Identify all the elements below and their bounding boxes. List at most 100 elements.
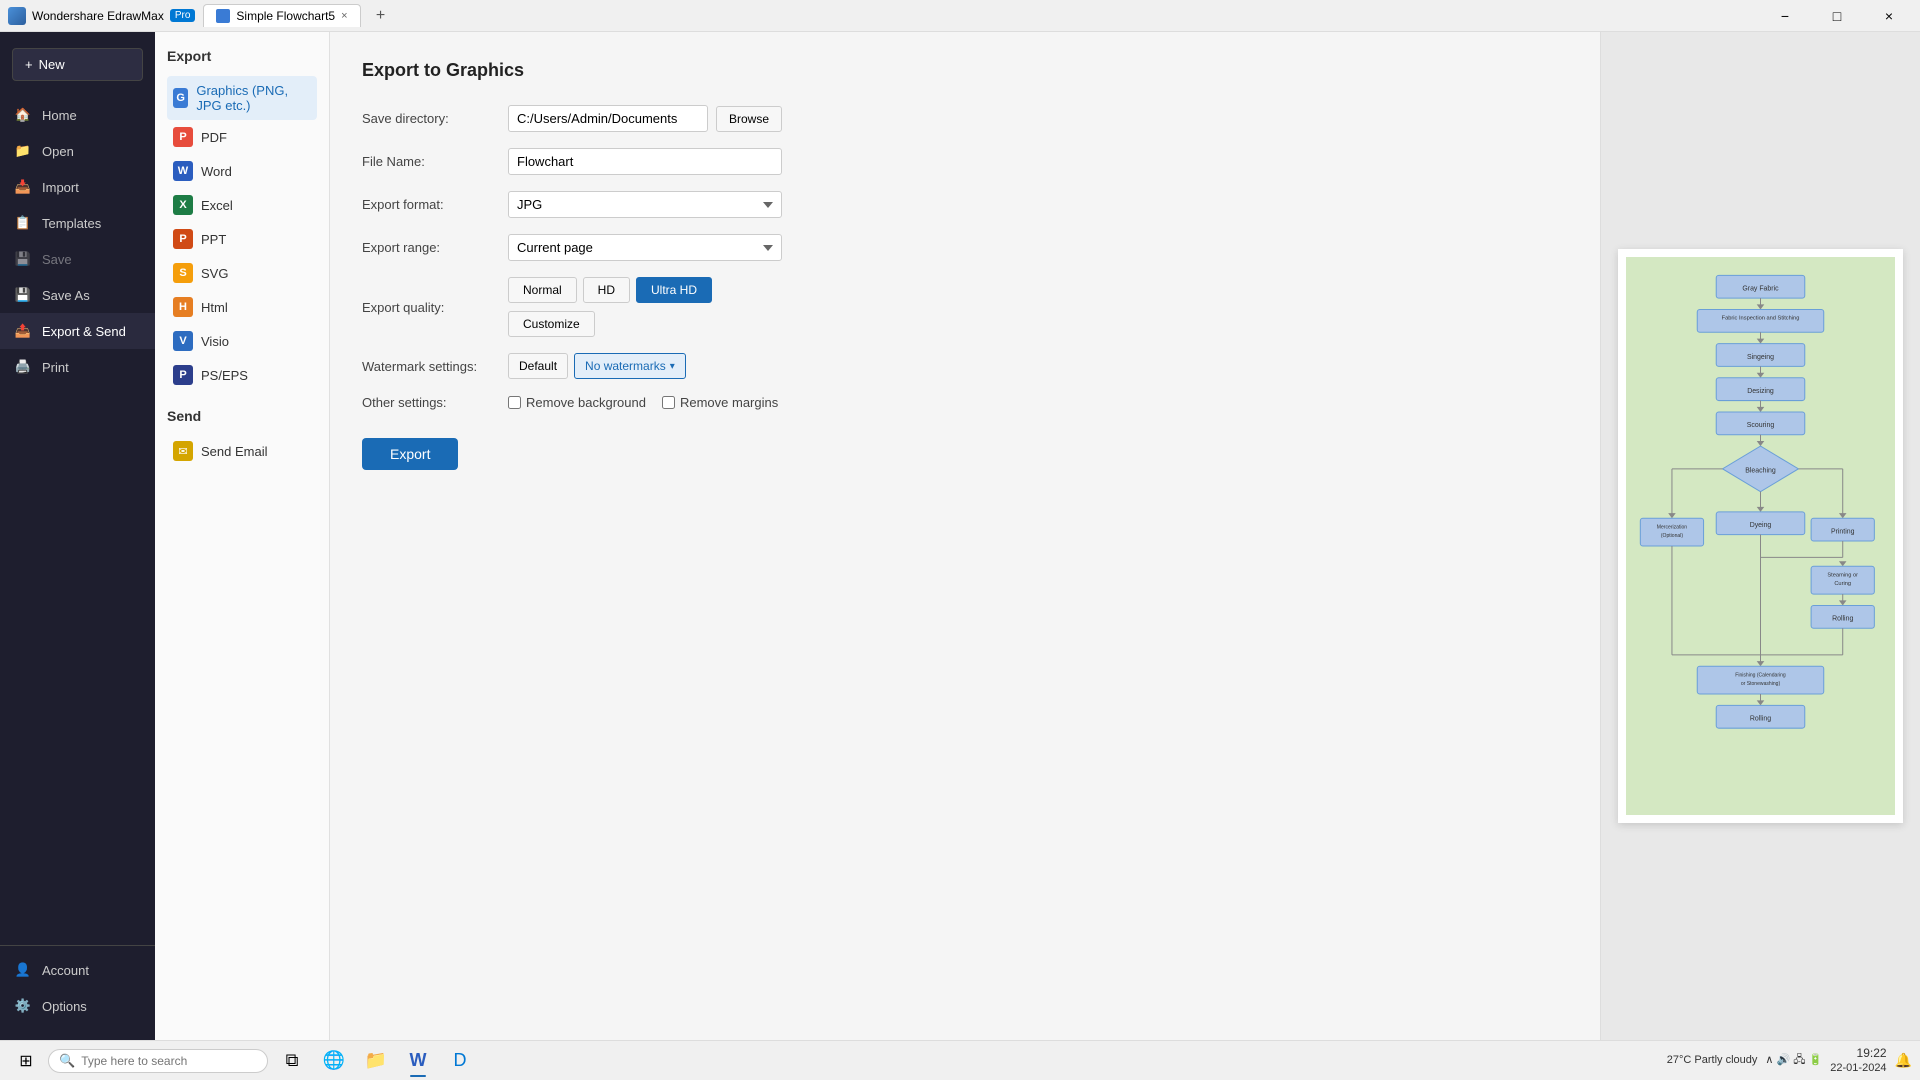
save-directory-input[interactable]: [508, 105, 708, 132]
export-type-pdf[interactable]: P PDF: [167, 120, 317, 154]
svg-text:Rolling: Rolling: [1832, 616, 1853, 623]
search-input[interactable]: [81, 1054, 241, 1068]
sidebar-label-open: Open: [42, 144, 74, 159]
svg-text:Curing: Curing: [1834, 581, 1851, 587]
export-to-graphics-title: Export to Graphics: [362, 60, 1568, 81]
sidebar-item-export[interactable]: 📤 Export & Send: [0, 313, 155, 349]
sidebar-label-home: Home: [42, 108, 77, 123]
customize-btn[interactable]: Customize: [508, 311, 595, 337]
export-form: Save directory: Browse File Name: Export…: [362, 105, 782, 410]
templates-icon: 📋: [14, 214, 32, 232]
maximize-btn[interactable]: □: [1814, 0, 1860, 32]
sidebar-item-account[interactable]: 👤 Account: [0, 952, 155, 988]
sidebar-divider: [0, 945, 155, 946]
pdf-label: PDF: [201, 130, 227, 145]
sidebar-label-templates: Templates: [42, 216, 101, 231]
browse-button[interactable]: Browse: [716, 106, 782, 132]
sidebar-item-home[interactable]: 🏠 Home: [0, 97, 155, 133]
taskbar: ⊞ 🔍 ⧉ 🌐 📁 W D 27°C Partly cloudy ∧ 🔊 🖧 🔋…: [0, 1040, 1920, 1080]
quality-ultrahd-btn[interactable]: Ultra HD: [636, 277, 712, 303]
save-icon: 💾: [14, 250, 32, 268]
export-type-svg[interactable]: S SVG: [167, 256, 317, 290]
flowchart-svg: Gray Fabric Fabric Inspection and Stitch…: [1634, 269, 1887, 800]
remove-margins-label[interactable]: Remove margins: [662, 395, 778, 410]
graphics-label: Graphics (PNG, JPG etc.): [196, 83, 311, 113]
remove-margins-text: Remove margins: [680, 395, 778, 410]
app2-btn[interactable]: D: [440, 1043, 480, 1079]
save-directory-label: Save directory:: [362, 111, 492, 126]
quality-normal-btn[interactable]: Normal: [508, 277, 577, 303]
sidebar: + New 🏠 Home 📁 Open 📥 Import 📋 Templates…: [0, 32, 155, 1040]
saveas-icon: 💾: [14, 286, 32, 304]
sidebar-item-save: 💾 Save: [0, 241, 155, 277]
sidebar-item-saveas[interactable]: 💾 Save As: [0, 277, 155, 313]
watermark-label: Watermark settings:: [362, 359, 492, 374]
options-icon: ⚙️: [14, 997, 32, 1015]
watermark-default: Default: [508, 353, 568, 379]
new-button[interactable]: + New: [12, 48, 143, 81]
tab-close-btn[interactable]: ×: [341, 10, 347, 22]
file-name-input[interactable]: [508, 148, 782, 175]
visio-icon: V: [173, 331, 193, 351]
sidebar-label-account: Account: [42, 963, 89, 978]
sidebar-label-export: Export & Send: [42, 324, 126, 339]
sidebar-bottom: 👤 Account ⚙️ Options: [0, 939, 155, 1032]
sidebar-item-options[interactable]: ⚙️ Options: [0, 988, 155, 1024]
html-label: Html: [201, 300, 228, 315]
export-type-html[interactable]: H Html: [167, 290, 317, 324]
send-email-label: Send Email: [201, 444, 267, 459]
sidebar-item-templates[interactable]: 📋 Templates: [0, 205, 155, 241]
taskview-btn[interactable]: ⧉: [272, 1043, 312, 1079]
export-type-graphics[interactable]: G Graphics (PNG, JPG etc.): [167, 76, 317, 120]
doc-icon: [216, 9, 230, 23]
export-type-excel[interactable]: X Excel: [167, 188, 317, 222]
send-email-item[interactable]: ✉ Send Email: [167, 434, 317, 468]
titlebar: Wondershare EdrawMax Pro Simple Flowchar…: [0, 0, 1920, 32]
svg-label: SVG: [201, 266, 228, 281]
svg-text:Steaming or: Steaming or: [1827, 572, 1858, 578]
close-btn[interactable]: ×: [1866, 0, 1912, 32]
app-body: + New 🏠 Home 📁 Open 📥 Import 📋 Templates…: [0, 32, 1920, 1040]
export-range-select[interactable]: Current page All pages Selected objects: [508, 234, 782, 261]
ppt-label: PPT: [201, 232, 226, 247]
add-tab-btn[interactable]: +: [369, 4, 393, 28]
explorer-btn[interactable]: 📁: [356, 1043, 396, 1079]
export-type-word[interactable]: W Word: [167, 154, 317, 188]
export-type-ppt[interactable]: P PPT: [167, 222, 317, 256]
sidebar-label-saveas: Save As: [42, 288, 90, 303]
sidebar-item-import[interactable]: 📥 Import: [0, 169, 155, 205]
export-button[interactable]: Export: [362, 438, 458, 470]
pseps-icon: P: [173, 365, 193, 385]
watermark-selected[interactable]: No watermarks ▾: [574, 353, 686, 379]
edge-btn[interactable]: 🌐: [314, 1043, 354, 1079]
sidebar-item-print[interactable]: 🖨️ Print: [0, 349, 155, 385]
quality-hd-btn[interactable]: HD: [583, 277, 630, 303]
start-button[interactable]: ⊞: [8, 1043, 44, 1079]
minimize-btn[interactable]: −: [1762, 0, 1808, 32]
remove-background-label[interactable]: Remove background: [508, 395, 646, 410]
notification-btn[interactable]: 🔔: [1895, 1052, 1912, 1069]
export-format-select[interactable]: JPG PNG BMP GIF TIFF: [508, 191, 782, 218]
export-type-visio[interactable]: V Visio: [167, 324, 317, 358]
svg-text:(Optional): (Optional): [1661, 533, 1683, 539]
export-type-pseps[interactable]: P PS/EPS: [167, 358, 317, 392]
search-icon: 🔍: [59, 1053, 75, 1069]
send-section-title: Send: [167, 408, 317, 424]
app-name: Wondershare EdrawMax: [32, 9, 164, 23]
pseps-label: PS/EPS: [201, 368, 248, 383]
main-content: Export to Graphics Save directory: Brows…: [330, 32, 1600, 1040]
remove-background-checkbox[interactable]: [508, 396, 521, 409]
ppt-icon: P: [173, 229, 193, 249]
app-version: Pro: [170, 9, 196, 22]
preview-panel: Gray Fabric Fabric Inspection and Stitch…: [1600, 32, 1920, 1040]
other-settings-label: Other settings:: [362, 395, 492, 410]
document-tab[interactable]: Simple Flowchart5 ×: [203, 4, 360, 27]
search-bar[interactable]: 🔍: [48, 1049, 268, 1073]
import-icon: 📥: [14, 178, 32, 196]
word-btn[interactable]: W: [398, 1043, 438, 1079]
sidebar-item-open[interactable]: 📁 Open: [0, 133, 155, 169]
sidebar-label-import: Import: [42, 180, 79, 195]
tab-title: Simple Flowchart5: [236, 9, 335, 23]
remove-margins-checkbox[interactable]: [662, 396, 675, 409]
remove-background-text: Remove background: [526, 395, 646, 410]
